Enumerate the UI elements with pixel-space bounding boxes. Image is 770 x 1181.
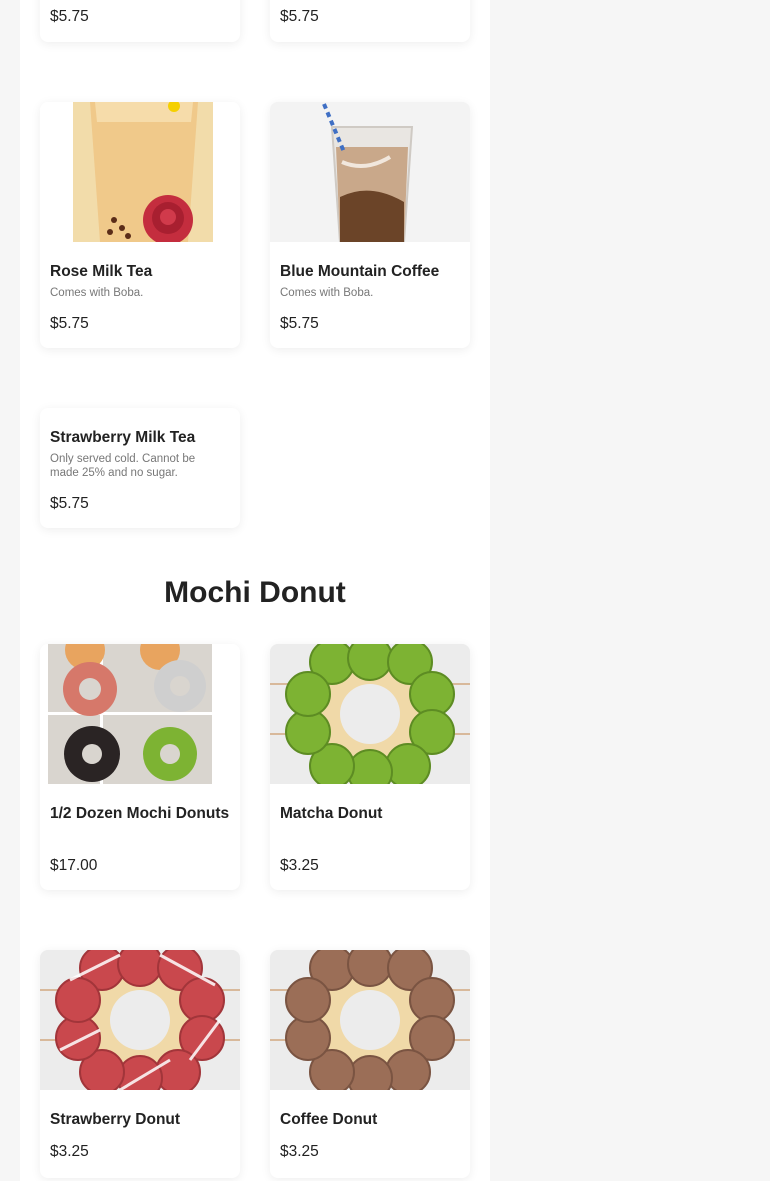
item-description: Comes with Boba. bbox=[280, 287, 374, 299]
item-image bbox=[270, 102, 470, 242]
item-image bbox=[270, 950, 470, 1090]
menu-item-card[interactable]: Strawberry Milk Tea Only served cold. Ca… bbox=[40, 408, 240, 528]
item-name: Coffee Donut bbox=[280, 1111, 378, 1128]
menu-item-card[interactable]: Coffee Donut $3.25 bbox=[270, 950, 470, 1178]
item-price: $3.25 bbox=[280, 1143, 319, 1160]
menu-item-card[interactable]: Matcha Donut $3.25 bbox=[270, 644, 470, 890]
item-price: $3.25 bbox=[50, 1143, 89, 1160]
item-name: Matcha Donut bbox=[280, 805, 383, 822]
item-price: $5.75 bbox=[280, 8, 319, 25]
menu-item-card[interactable]: 1/2 Dozen Mochi Donuts $17.00 bbox=[40, 644, 240, 890]
item-image bbox=[40, 950, 240, 1090]
item-name: Strawberry Milk Tea bbox=[50, 429, 196, 446]
item-name: Rose Milk Tea bbox=[50, 263, 153, 280]
item-price: $5.75 bbox=[50, 8, 89, 25]
item-image bbox=[270, 644, 470, 784]
section-title: Mochi Donut bbox=[164, 576, 346, 609]
menu-item-card[interactable]: Rose Milk Tea Comes with Boba. $5.75 bbox=[40, 102, 240, 348]
item-image bbox=[40, 644, 240, 784]
item-image bbox=[40, 102, 240, 242]
item-description: Only served cold. Cannot be made 25% and… bbox=[50, 453, 196, 479]
menu-item-card[interactable]: Blue Mountain Coffee Comes with Boba. $5… bbox=[270, 102, 470, 348]
item-name: Strawberry Donut bbox=[50, 1111, 181, 1128]
item-name: 1/2 Dozen Mochi Donuts bbox=[50, 805, 230, 822]
item-price: $3.25 bbox=[280, 857, 319, 874]
item-price: $5.75 bbox=[50, 315, 89, 332]
item-price: $5.75 bbox=[50, 495, 89, 512]
item-description: Comes with Boba. bbox=[50, 287, 144, 299]
item-price: $17.00 bbox=[50, 857, 98, 874]
item-name: Blue Mountain Coffee bbox=[280, 263, 440, 280]
menu-item-card[interactable]: Strawberry Donut $3.25 bbox=[40, 950, 240, 1178]
menu-item-card[interactable]: $5.75 bbox=[40, 0, 240, 42]
menu-item-card[interactable]: $5.75 bbox=[270, 0, 470, 42]
item-price: $5.75 bbox=[280, 315, 319, 332]
